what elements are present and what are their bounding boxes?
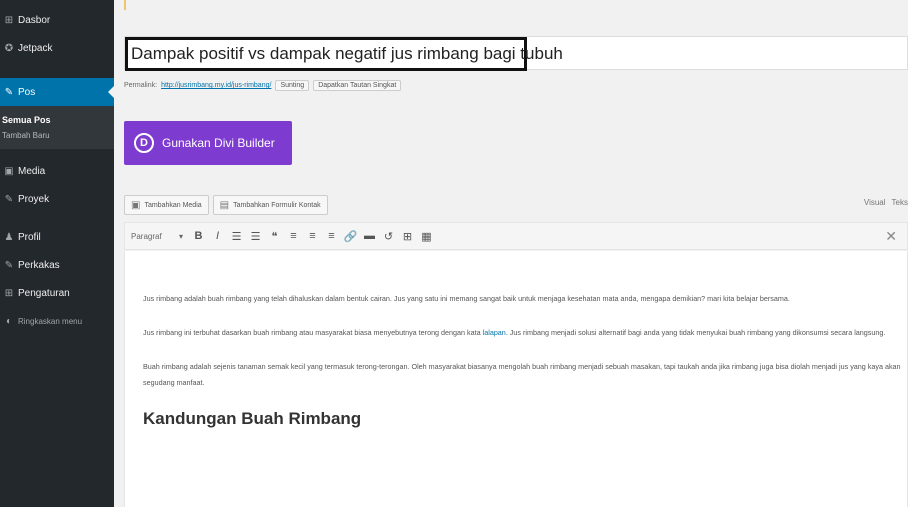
- align-center-button[interactable]: ≡: [303, 230, 322, 242]
- permalink-row: Permalink: http://jusrimbang.my.id/jus-r…: [124, 80, 402, 91]
- collapse-icon: ◐: [5, 315, 13, 327]
- sidebar-item-media[interactable]: ▣ Media: [0, 157, 114, 185]
- link-button[interactable]: 🔗: [341, 230, 360, 243]
- sidebar-item-perkakas[interactable]: ✎ Perkakas: [0, 251, 114, 279]
- shortlink-button[interactable]: Dapatkan Tautan Singkat: [313, 80, 402, 91]
- sidebar-item-label: Pos: [18, 86, 36, 98]
- editor-tabs: Visual Teks: [864, 198, 908, 207]
- close-icon[interactable]: ✕: [885, 228, 897, 245]
- jetpack-icon: ✪: [4, 42, 14, 54]
- sidebar-sub-add-new[interactable]: Tambah Baru: [0, 128, 114, 143]
- toolbar-toggle-button[interactable]: ▦: [417, 230, 436, 243]
- permalink-label: Permalink:: [124, 82, 158, 89]
- sidebar-item-label: Proyek: [18, 193, 50, 205]
- divi-logo-icon: D: [134, 133, 154, 153]
- add-media-button[interactable]: ▣ Tambahkan Media: [124, 195, 209, 215]
- lalapan-link[interactable]: lalapan: [483, 328, 506, 337]
- undo-button[interactable]: ↺: [379, 230, 398, 243]
- divi-button-label: Gunakan Divi Builder: [162, 136, 275, 150]
- paragraph-2-text: Jus rimbang ini terbuhat dasarkan buah r…: [143, 328, 481, 337]
- blockquote-button[interactable]: ❝: [265, 230, 284, 243]
- user-icon: ♟: [4, 231, 14, 243]
- editor-content[interactable]: Jus rimbang adalah buah rimbang yang tel…: [124, 251, 908, 507]
- paragraph-2: Jus rimbang ini terbuhat dasarkan buah r…: [143, 325, 903, 341]
- title-field-wrap: Dampak positif vs dampak negatif jus rim…: [124, 36, 908, 71]
- sidebar-item-dasbor[interactable]: ⊞ Dasbor: [0, 6, 114, 34]
- read-more-button[interactable]: ▬: [360, 230, 379, 242]
- post-editor: Dampak positif vs dampak negatif jus rim…: [114, 0, 908, 507]
- align-left-button[interactable]: ≡: [284, 230, 303, 242]
- bullet-list-button[interactable]: ☰: [227, 230, 246, 243]
- post-title-input[interactable]: Dampak positif vs dampak negatif jus rim…: [125, 37, 563, 71]
- sidebar-item-jetpack[interactable]: ✪ Jetpack: [0, 34, 114, 62]
- paragraph-3: Buah rimbang adalah sejenis tanaman sema…: [143, 362, 901, 387]
- tab-visual[interactable]: Visual: [864, 198, 886, 207]
- italic-button[interactable]: I: [208, 230, 227, 242]
- post-title-text: Dampak positif vs dampak negatif jus rim…: [131, 44, 563, 63]
- media-buttons: ▣ Tambahkan Media ▤ Tambahkan Formulir K…: [124, 195, 328, 215]
- chevron-down-icon: ▾: [178, 231, 183, 241]
- sidebar-item-pos[interactable]: ✎ Pos: [0, 78, 115, 106]
- sidebar-item-label: Perkakas: [18, 259, 60, 271]
- sidebar-item-label: Ringkaskan menu: [18, 316, 83, 326]
- form-icon: ▤: [219, 199, 230, 211]
- sidebar-item-label: Profil: [18, 231, 41, 243]
- pin-icon: ✎: [4, 86, 14, 98]
- sidebar-item-proyek[interactable]: ✎ Proyek: [0, 185, 114, 213]
- permalink-edit-button[interactable]: Sunting: [275, 80, 310, 91]
- permalink-link[interactable]: http://jusrimbang.my.id/jus-rimbang/: [161, 82, 271, 89]
- format-select-value: Paragraf: [131, 231, 162, 241]
- project-icon: ✎: [4, 193, 14, 205]
- settings-icon: ⊞: [4, 287, 14, 299]
- format-select[interactable]: Paragraf ▾: [131, 232, 189, 241]
- content-heading: Kandungan Buah Rimbang: [143, 409, 362, 428]
- media-icon: ▣: [131, 199, 141, 211]
- sidebar-collapse-menu[interactable]: ◐ Ringkaskan menu: [0, 307, 114, 335]
- add-contact-form-button[interactable]: ▤ Tambahkan Formulir Kontak: [212, 195, 328, 215]
- notice-strip: [124, 0, 908, 10]
- admin-sidebar: ⊞ Dasbor ✪ Jetpack ✎ Pos Semua Pos Tamba…: [0, 0, 115, 507]
- paragraph-1: Jus rimbang adalah buah rimbang yang tel…: [143, 294, 790, 303]
- sidebar-item-label: Media: [18, 165, 46, 177]
- insert-table-button[interactable]: ⊞: [398, 230, 417, 243]
- sidebar-item-label: Jetpack: [18, 42, 53, 54]
- tools-icon: ✎: [4, 259, 14, 271]
- sidebar-item-label: Pengaturan: [18, 287, 70, 299]
- sidebar-submenu-pos: Semua Pos Tambah Baru: [0, 106, 114, 149]
- numbered-list-button[interactable]: ☰: [246, 230, 265, 243]
- add-form-label: Tambahkan Formulir Kontak: [233, 201, 321, 209]
- paragraph-2-rest: . Jus rimbang menjadi solusi alternatif …: [505, 328, 886, 337]
- sidebar-item-profil[interactable]: ♟ Profil: [0, 223, 114, 251]
- add-media-label: Tambahkan Media: [144, 201, 202, 209]
- tab-text[interactable]: Teks: [892, 198, 908, 207]
- sidebar-item-pengaturan[interactable]: ⊞ Pengaturan: [0, 279, 114, 307]
- editor-toolbar: Paragraf ▾ B I ☰ ☰ ❝ ≡ ≡ ≡ 🔗 ▬ ↺ ⊞ ▦ ✕: [124, 222, 908, 250]
- divi-builder-button[interactable]: D Gunakan Divi Builder: [124, 121, 292, 165]
- sidebar-item-label: Dasbor: [18, 14, 51, 26]
- dashboard-icon: ⊞: [4, 14, 14, 26]
- sidebar-sub-all-posts[interactable]: Semua Pos: [0, 112, 114, 128]
- bold-button[interactable]: B: [189, 230, 208, 242]
- media-icon: ▣: [4, 165, 14, 177]
- align-right-button[interactable]: ≡: [322, 230, 341, 242]
